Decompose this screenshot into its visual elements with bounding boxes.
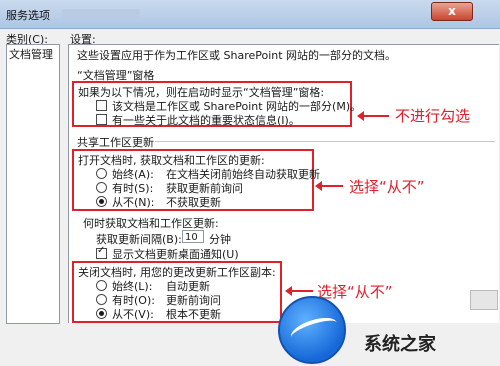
open-never-label[interactable]: 从不(N): [112,194,155,210]
interval-unit: 分钟 [209,233,231,246]
arrow-2 [315,181,343,191]
close-never-label[interactable]: 从不(V): [112,306,154,322]
arrow-1 [357,111,389,121]
radio-close-sometimes[interactable] [96,294,107,305]
annotation-select-never-1: 选择“从不” [349,178,425,196]
category-item-document-management[interactable]: 文档管理 [9,46,53,62]
logo-swoosh [288,313,340,347]
interval-stepper[interactable]: 10 [182,230,204,243]
open-never-desc: 不获取更新 [166,196,221,209]
window-title: 服务选项 [6,9,50,22]
category-list[interactable]: 文档管理 [6,44,60,324]
service-options-window: 服务选项 x 类别(C): 设置: 文档管理 这些设置应用于作为工作区或 Sha… [0,0,500,366]
checkbox-part-of-workspace[interactable] [96,100,107,111]
group-line-1 [155,141,495,142]
radio-open-never[interactable] [96,196,107,207]
settings-panel: 这些设置应用于作为工作区或 SharePoint 网站的一部分的文档。 “文档管… [68,44,499,323]
arrow-3 [285,286,313,296]
notify-label[interactable]: 显示文档更新桌面通知(U) [112,246,239,262]
option-status-info[interactable]: 有一些关于此文档的重要状态信息(I)。 [112,112,300,128]
close-button[interactable]: x [431,2,473,21]
radio-open-always[interactable] [96,168,107,179]
watermark-text: 系统之家 [364,334,436,355]
radio-close-always[interactable] [96,280,107,291]
intro-text: 这些设置应用于作为工作区或 SharePoint 网站的一部分的文档。 [77,49,397,62]
logo-globe-icon [278,296,346,364]
watermark-logo: 系统之家 [278,296,500,366]
radio-open-sometimes[interactable] [96,182,107,193]
radio-close-never[interactable] [96,308,107,319]
title-bar: 服务选项 x [0,0,500,29]
checkbox-desktop-notify[interactable] [96,245,107,259]
section2-title: 共享工作区更新 [77,136,154,149]
close-never-desc: 根本不更新 [166,308,221,321]
annotation-no-check: 不进行勾选 [395,107,471,125]
title-blur [62,9,140,18]
checkbox-status-info[interactable] [96,114,107,125]
interval-label: 获取更新间隔(B): [96,233,182,246]
when-title: 何时获取文档和工作区更新: [83,217,219,230]
